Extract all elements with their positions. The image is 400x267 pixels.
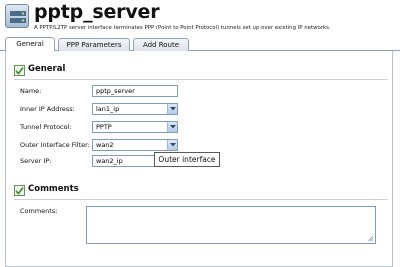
inner-ip-label: Inner IP Address: bbox=[20, 105, 75, 113]
page-subtitle: A PPTP/L2TP server interface terminates … bbox=[34, 25, 331, 31]
comments-section-divider bbox=[14, 199, 388, 200]
comments-label: Comments: bbox=[20, 207, 58, 215]
tab-ppp-parameters-label: PPP Parameters bbox=[66, 41, 122, 49]
name-input[interactable]: pptp_server bbox=[92, 85, 178, 97]
resize-grip-icon[interactable] bbox=[367, 235, 374, 242]
tunnel-protocol-value: PPTP bbox=[96, 123, 112, 131]
server-ip-value: wan2_ip bbox=[96, 157, 123, 165]
name-input-value: pptp_server bbox=[96, 87, 135, 95]
general-section-header: General bbox=[6, 63, 392, 80]
tunnel-protocol-label: Tunnel Protocol: bbox=[20, 123, 72, 131]
general-section-icon bbox=[14, 65, 25, 76]
comments-section-title: Comments bbox=[28, 184, 79, 194]
server-ip-input[interactable]: wan2_ip bbox=[92, 155, 158, 167]
tunnel-protocol-select[interactable]: PPTP bbox=[92, 121, 178, 133]
chevron-down-icon[interactable] bbox=[167, 122, 177, 132]
tab-add-route-label: Add Route bbox=[142, 41, 180, 49]
name-label: Name: bbox=[20, 87, 42, 95]
server-ip-label: Server IP: bbox=[20, 157, 52, 165]
comments-section-icon bbox=[14, 185, 25, 196]
general-section-divider bbox=[14, 79, 388, 80]
outer-filter-value: wan2 bbox=[96, 141, 114, 149]
server-interface-icon bbox=[5, 4, 29, 28]
page-title: pptp_server bbox=[34, 1, 160, 23]
inner-ip-value: lan1_ip bbox=[96, 105, 120, 113]
outer-interface-tooltip: Outer interface bbox=[154, 152, 220, 167]
tab-add-route[interactable]: Add Route bbox=[133, 38, 189, 51]
tab-bar: General PPP Parameters Add Route bbox=[0, 37, 400, 51]
outer-filter-label: Outer Interface Filter: bbox=[20, 141, 90, 149]
inner-ip-select[interactable]: lan1_ip bbox=[92, 103, 178, 115]
outer-filter-select[interactable]: wan2 bbox=[92, 139, 178, 151]
chevron-down-icon[interactable] bbox=[167, 104, 177, 114]
tab-general-label: General bbox=[16, 40, 44, 48]
tab-ppp-parameters[interactable]: PPP Parameters bbox=[58, 38, 130, 51]
page-header: pptp_server A PPTP/L2TP server interface… bbox=[0, 0, 400, 34]
tab-general[interactable]: General bbox=[5, 37, 55, 51]
comments-textarea[interactable] bbox=[86, 206, 376, 244]
general-section-title: General bbox=[28, 64, 66, 74]
chevron-down-icon[interactable] bbox=[167, 140, 177, 150]
comments-section-header: Comments bbox=[6, 183, 392, 200]
